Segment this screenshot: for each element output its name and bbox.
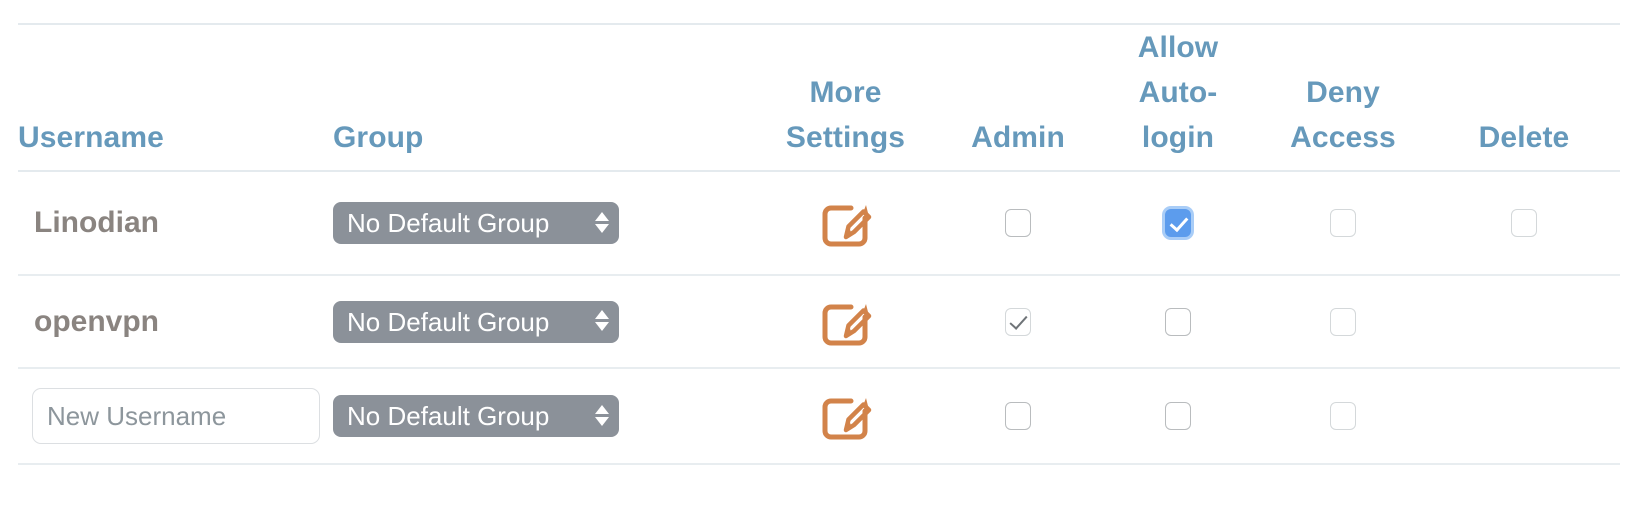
chevron-up-down-icon (595, 211, 609, 233)
delete-placeholder (1511, 400, 1537, 428)
delete-checkbox[interactable] (1511, 209, 1537, 237)
cell-allow-autologin (1098, 368, 1258, 465)
group-select[interactable]: No Default Group (333, 300, 619, 343)
cell-more-settings (753, 171, 938, 276)
column-header-group: Group (333, 23, 753, 172)
cell-allow-autologin (1098, 275, 1258, 369)
cell-delete (1428, 275, 1620, 369)
cell-delete (1428, 368, 1620, 465)
admin-checkbox[interactable] (1005, 209, 1031, 237)
group-select-value: No Default Group (347, 401, 550, 431)
cell-deny-access (1258, 275, 1428, 369)
cell-group: No Default Group (333, 171, 753, 276)
admin-checkbox[interactable] (1005, 307, 1031, 336)
cell-admin (938, 171, 1098, 276)
username-label: openvpn (34, 304, 159, 338)
users-table: Username Group More Settings Admin Allow… (18, 23, 1620, 465)
admin-checkbox[interactable] (1005, 402, 1031, 430)
cell-group: No Default Group (333, 275, 753, 369)
allow-autologin-checkbox[interactable] (1165, 209, 1191, 237)
allow-autologin-checkbox[interactable] (1165, 307, 1191, 336)
group-select[interactable]: No Default Group (333, 395, 619, 437)
column-header-allow-autologin-line1: Allow (1137, 31, 1219, 64)
table-row: openvpn No Default Group (18, 275, 1620, 369)
cell-group: No Default Group (333, 368, 753, 465)
deny-access-checkbox[interactable] (1330, 209, 1356, 237)
column-header-more-settings-line2: Settings (785, 121, 906, 154)
username-label: Linodian (34, 206, 159, 239)
chevron-up-down-icon (595, 404, 609, 426)
column-header-deny-access-line1: Deny (1306, 76, 1380, 109)
allow-autologin-checkbox[interactable] (1165, 402, 1191, 430)
column-header-username-label: Username (18, 121, 164, 154)
cell-admin (938, 368, 1098, 465)
cell-allow-autologin (1098, 171, 1258, 276)
cell-delete (1428, 171, 1620, 276)
edit-pencil-square-icon[interactable] (818, 296, 874, 348)
column-header-allow-autologin: Allow Auto- login (1098, 23, 1258, 172)
cell-deny-access (1258, 368, 1428, 465)
group-select-value: No Default Group (347, 208, 550, 238)
deny-access-checkbox[interactable] (1330, 402, 1356, 430)
new-username-input[interactable] (32, 388, 320, 444)
deny-access-checkbox[interactable] (1330, 307, 1356, 336)
users-table-body: Linodian No Default Group openvpn No Def… (18, 171, 1620, 465)
column-header-delete: Delete (1428, 23, 1620, 172)
users-table-header: Username Group More Settings Admin Allow… (18, 23, 1620, 172)
edit-pencil-square-icon[interactable] (818, 197, 874, 249)
column-header-delete-label: Delete (1478, 121, 1570, 154)
column-header-deny-access: Deny Access (1258, 23, 1428, 172)
column-header-allow-autologin-line3: login (1141, 121, 1215, 154)
cell-more-settings (753, 275, 938, 369)
header-row: Username Group More Settings Admin Allow… (18, 23, 1620, 172)
column-header-more-settings-line1: More (809, 76, 882, 109)
group-select[interactable]: No Default Group (333, 202, 619, 244)
column-header-admin: Admin (938, 23, 1098, 172)
column-header-deny-access-line2: Access (1290, 121, 1396, 154)
user-management-page: Username Group More Settings Admin Allow… (0, 0, 1638, 526)
cell-admin (938, 275, 1098, 369)
column-header-username: Username (18, 23, 333, 172)
chevron-up-down-icon (595, 310, 609, 331)
cell-username: openvpn (18, 275, 333, 369)
cell-username (18, 368, 333, 465)
column-header-group-label: Group (333, 121, 424, 154)
cell-username: Linodian (18, 171, 333, 276)
column-header-allow-autologin-line2: Auto- (1138, 76, 1218, 109)
delete-placeholder (1511, 305, 1537, 333)
column-header-more-settings: More Settings (753, 23, 938, 172)
group-select-value: No Default Group (347, 306, 550, 337)
table-row: Linodian No Default Group (18, 171, 1620, 276)
edit-pencil-square-icon[interactable] (818, 390, 874, 442)
cell-more-settings (753, 368, 938, 465)
table-row: No Default Group (18, 368, 1620, 465)
column-header-admin-label: Admin (971, 121, 1065, 154)
cell-deny-access (1258, 171, 1428, 276)
